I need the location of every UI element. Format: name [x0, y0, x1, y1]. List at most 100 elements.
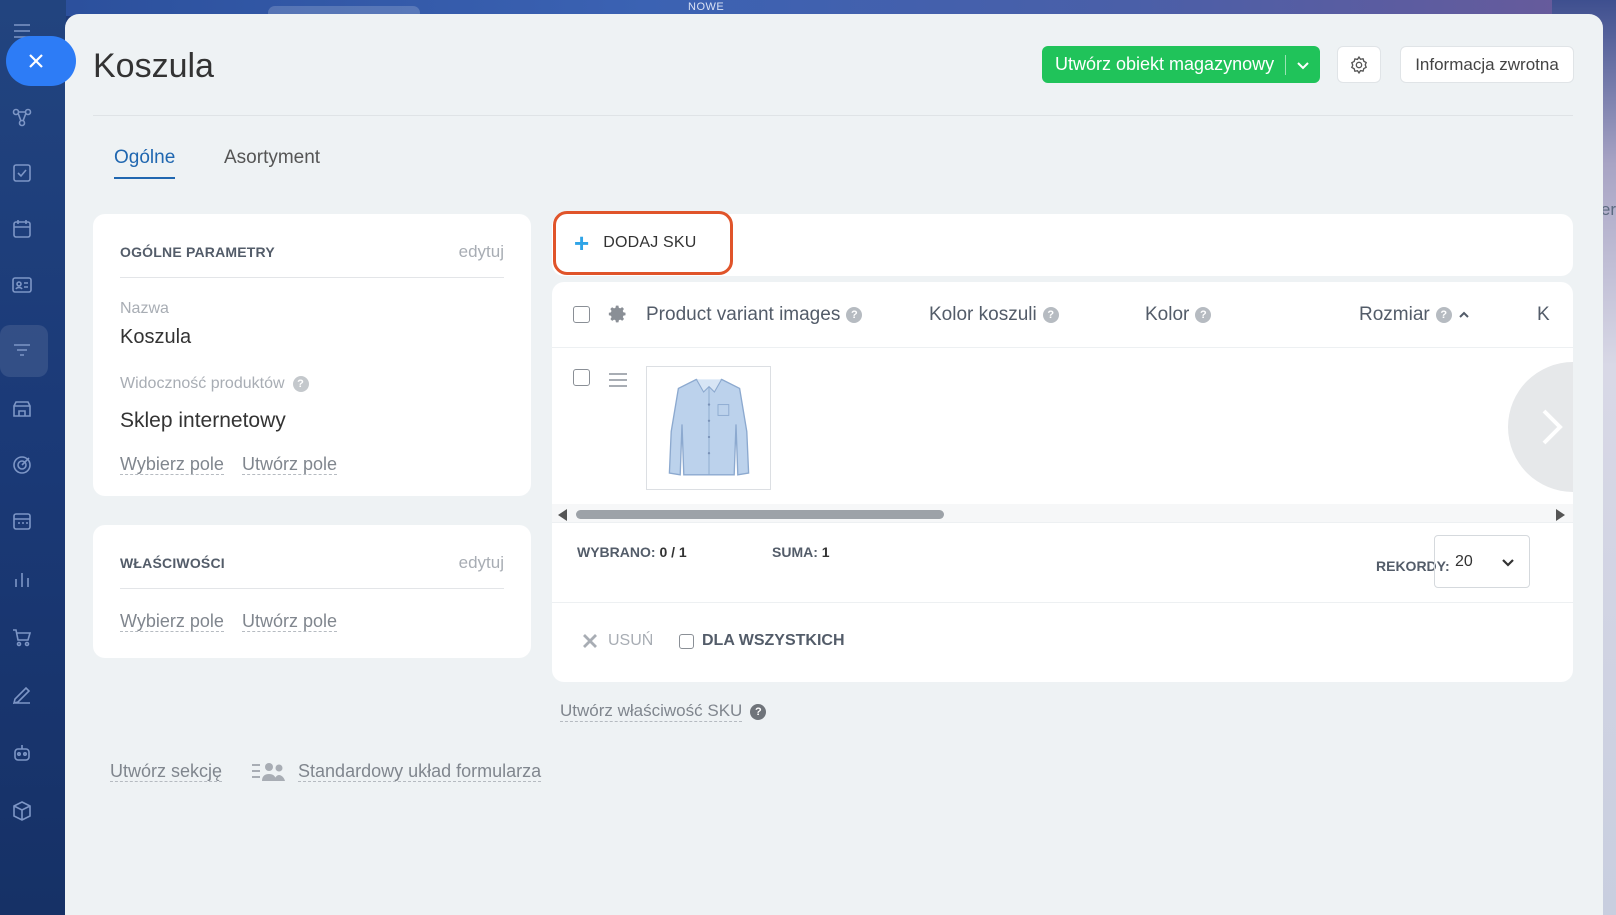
row-checkbox[interactable] — [573, 369, 590, 386]
tab-assortment[interactable]: Asortyment — [224, 147, 320, 177]
cube-icon[interactable] — [9, 798, 35, 824]
sort-ascending-icon[interactable] — [1458, 309, 1470, 321]
column-settings-icon[interactable] — [608, 304, 630, 326]
header-divider — [93, 115, 1573, 116]
tab-general[interactable]: Ogólne — [114, 147, 176, 179]
visibility-label-text: Widoczność produktów — [120, 375, 285, 392]
total-value: 1 — [821, 544, 830, 560]
visibility-value[interactable]: Sklep internetowy — [120, 409, 286, 433]
background-right-text: er — [1600, 200, 1616, 219]
column-header-size[interactable]: Rozmiar ? — [1359, 304, 1470, 326]
sku-grid: Product variant images ? Kolor koszuli ?… — [552, 282, 1573, 682]
add-sku-label: DODAJ SKU — [603, 234, 697, 251]
sku-toolbar: + DODAJ SKU — [552, 211, 1573, 276]
total-label: SUMA: — [772, 544, 818, 560]
delete-button[interactable]: USUŃ — [582, 632, 653, 650]
users-layout-icon — [252, 763, 286, 781]
scroll-right-button[interactable] — [1508, 362, 1573, 492]
standard-layout-label: Standardowy układ formularza — [298, 760, 542, 782]
create-sku-property-link[interactable]: Utwórz właściwość SKU — [560, 701, 743, 722]
card-divider — [120, 277, 504, 278]
for-all-checkbox[interactable] — [679, 633, 694, 649]
visibility-label: Widoczność produktów ? — [120, 375, 309, 393]
form-footer-links: Utwórz sekcję Standardowy układ formular… — [110, 760, 542, 782]
column-header-label: Kolor koszuli — [929, 304, 1037, 325]
for-all-label: DLA WSZYSTKICH — [702, 632, 845, 649]
page-title: Koszula — [93, 47, 214, 85]
column-header-label: Product variant images — [646, 304, 841, 325]
selected-value: 0 / 1 — [659, 544, 687, 560]
schedule-icon[interactable] — [9, 508, 35, 534]
card-divider — [120, 588, 504, 589]
target-icon[interactable] — [9, 452, 35, 478]
add-sku-button[interactable]: + DODAJ SKU — [553, 211, 733, 275]
records-per-page-select[interactable]: 20 — [1434, 535, 1530, 588]
cart-icon[interactable] — [9, 624, 35, 650]
general-parameters-card: OGÓLNE PARAMETRY edytuj Nazwa Koszula Wi… — [93, 214, 531, 496]
total-count: SUMA: 1 — [772, 544, 830, 560]
select-field-link[interactable]: Wybierz pole — [120, 611, 224, 632]
create-inventory-dropdown[interactable] — [1286, 58, 1320, 72]
sign-icon[interactable] — [9, 682, 35, 708]
create-inventory-object-label: Utwórz obiekt magazynowy — [1055, 54, 1275, 74]
chevron-right-icon — [1542, 409, 1563, 445]
create-sku-property: Utwórz właściwość SKU ? — [560, 701, 767, 722]
scroll-right-arrow-icon[interactable] — [1556, 509, 1565, 521]
properties-card: WŁAŚCIWOŚCI edytuj Wybierz pole Utwórz p… — [93, 525, 531, 658]
horizontal-scrollbar-thumb[interactable] — [576, 510, 944, 519]
plus-icon: + — [574, 228, 590, 258]
product-slider-panel: Koszula Utwórz obiekt magazynowy Informa… — [65, 14, 1603, 915]
sku-grid-header: Product variant images ? Kolor koszuli ?… — [552, 282, 1573, 348]
name-label-text: Nazwa — [120, 300, 169, 317]
delete-label: USUŃ — [608, 632, 654, 649]
background-new-label: NOWE — [688, 1, 725, 13]
filter-funnel-icon[interactable] — [9, 338, 35, 364]
help-icon[interactable]: ? — [1435, 307, 1452, 323]
help-icon[interactable]: ? — [750, 703, 767, 720]
properties-edit-link[interactable]: edytuj — [459, 553, 504, 573]
general-parameters-edit-link[interactable]: edytuj — [459, 242, 504, 262]
left-nav-rail — [0, 0, 66, 915]
shirt-image — [668, 378, 749, 476]
scroll-left-arrow-icon[interactable] — [558, 509, 567, 521]
column-header-truncated[interactable]: K — [1537, 304, 1550, 326]
task-check-icon[interactable] — [9, 160, 35, 186]
close-icon — [29, 54, 43, 68]
help-icon[interactable]: ? — [292, 376, 309, 392]
drag-handle-icon[interactable] — [609, 373, 627, 387]
for-all-toggle[interactable]: DLA WSZYSTKICH — [679, 632, 845, 650]
column-header-color[interactable]: Kolor ? — [1145, 304, 1212, 326]
help-icon[interactable]: ? — [1195, 307, 1212, 323]
select-field-link[interactable]: Wybierz pole — [120, 454, 224, 475]
analytics-icon[interactable] — [9, 566, 35, 592]
help-icon[interactable]: ? — [1042, 307, 1059, 323]
calendar-icon[interactable] — [9, 216, 35, 242]
actions-divider — [552, 602, 1573, 603]
gear-icon — [1351, 55, 1367, 74]
create-field-link[interactable]: Utwórz pole — [242, 611, 338, 632]
name-label: Nazwa — [120, 300, 169, 318]
create-section-link[interactable]: Utwórz sekcję — [110, 761, 223, 782]
selected-count: WYBRANO: 0 / 1 — [577, 544, 687, 560]
settings-button[interactable] — [1337, 46, 1381, 83]
feedback-button[interactable]: Informacja zwrotna — [1400, 46, 1574, 83]
create-field-link[interactable]: Utwórz pole — [242, 454, 338, 475]
column-header-label: Kolor — [1145, 304, 1190, 325]
close-slider-button[interactable] — [6, 36, 76, 86]
column-header-variant-images[interactable]: Product variant images ? — [646, 304, 863, 326]
column-header-label: Rozmiar — [1359, 304, 1430, 325]
name-value[interactable]: Koszula — [120, 326, 191, 349]
column-header-shirt-color[interactable]: Kolor koszuli ? — [929, 304, 1059, 326]
grid-divider — [552, 522, 1573, 523]
close-icon — [583, 634, 597, 648]
records-per-page-value: 20 — [1455, 552, 1473, 570]
flow-icon[interactable] — [9, 104, 35, 130]
create-inventory-object-button[interactable]: Utwórz obiekt magazynowy — [1042, 46, 1320, 83]
robot-icon[interactable] — [9, 740, 35, 766]
select-all-checkbox[interactable] — [573, 306, 590, 323]
product-variant-image[interactable] — [646, 366, 771, 490]
standard-layout-link[interactable]: Standardowy układ formularza — [252, 760, 542, 782]
contact-card-icon[interactable] — [9, 272, 35, 298]
help-icon[interactable]: ? — [846, 307, 863, 323]
store-icon[interactable] — [9, 396, 35, 422]
